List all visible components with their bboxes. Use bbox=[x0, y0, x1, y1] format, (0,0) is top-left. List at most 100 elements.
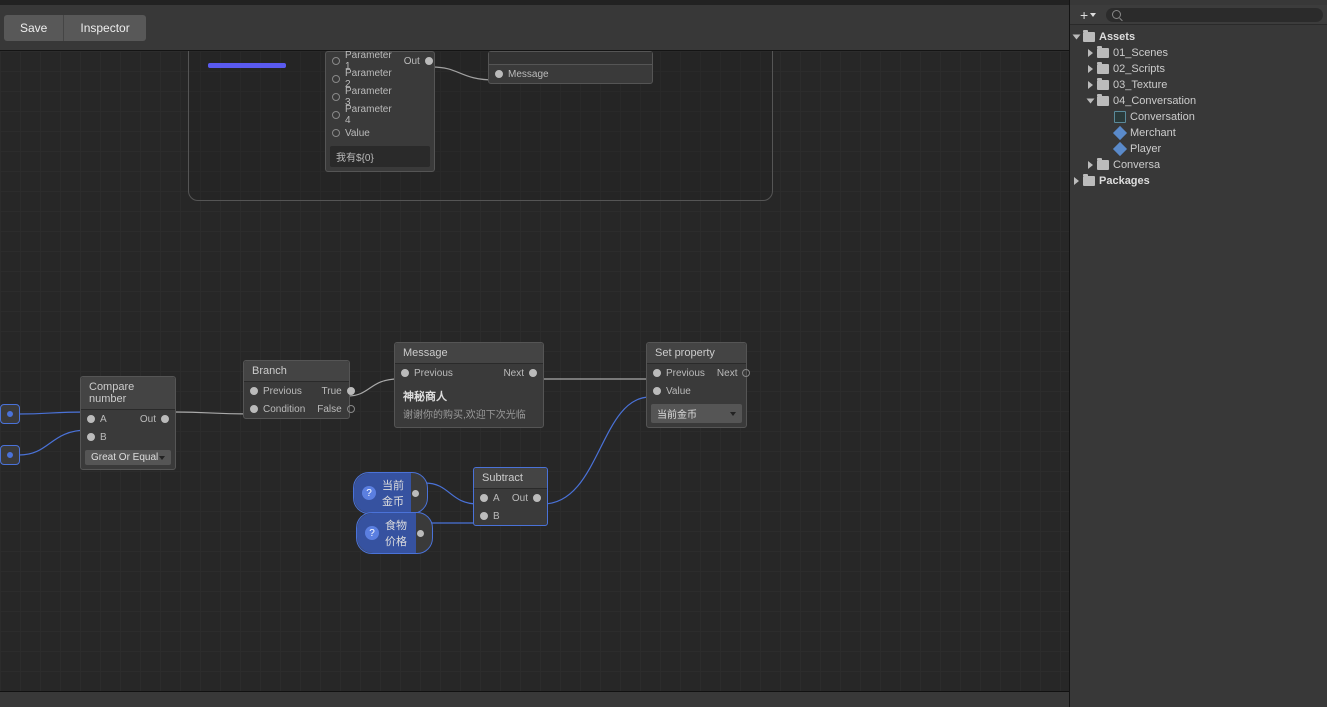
variable-pill-price[interactable]: ? 食物价格 bbox=[356, 512, 433, 554]
folder-icon bbox=[1083, 32, 1095, 42]
inspector-button[interactable]: Inspector bbox=[63, 15, 145, 41]
branch-false-label: False bbox=[317, 404, 341, 415]
tree-row-scripts[interactable]: 02_Scripts bbox=[1070, 61, 1327, 77]
plus-icon: + bbox=[1080, 10, 1088, 20]
folder-label: Conversa bbox=[1113, 159, 1160, 171]
tree-row-conversation-asset[interactable]: Conversation bbox=[1070, 109, 1327, 125]
subtract-a-label: A bbox=[493, 493, 500, 504]
pill1-out-port[interactable] bbox=[412, 490, 419, 497]
folder-icon bbox=[1083, 176, 1095, 186]
input-stub-a[interactable] bbox=[0, 404, 20, 424]
out-label: Out bbox=[404, 56, 420, 67]
subtract-node[interactable]: Subtract A B Out bbox=[473, 467, 548, 526]
compare-number-node[interactable]: Compare number A B Out Great Or Equal bbox=[80, 376, 176, 470]
help-icon: ? bbox=[362, 486, 376, 500]
top-message-node[interactable]: Message bbox=[488, 51, 653, 84]
pill1-label: 当前金币 bbox=[382, 477, 406, 509]
help-icon: ? bbox=[365, 526, 379, 540]
asset-label: Player bbox=[1130, 143, 1161, 155]
setprop-next-label: Next bbox=[717, 368, 738, 379]
message-text: 谢谢你的购买,欢迎下次光临 bbox=[403, 406, 535, 421]
folder-label: 02_Scripts bbox=[1113, 63, 1165, 75]
graph-canvas[interactable]: Parameter 1 Parameter 2 Parameter 3 Para… bbox=[0, 51, 1069, 691]
project-search-input[interactable] bbox=[1106, 8, 1323, 22]
message-node[interactable]: Message Previous Next 神秘商人 谢谢你的购买,欢迎下次光临 bbox=[394, 342, 544, 428]
param4-label: Parameter 4 bbox=[345, 104, 392, 126]
message-prev-label: Previous bbox=[414, 368, 453, 379]
packages-label: Packages bbox=[1099, 175, 1150, 187]
setprop-title: Set property bbox=[647, 343, 746, 364]
folder-label: 04_Conversation bbox=[1113, 95, 1196, 107]
branch-cond-label: Condition bbox=[263, 404, 305, 415]
compare-mode-value: Great Or Equal bbox=[91, 452, 158, 463]
chevron-down-icon bbox=[1090, 13, 1096, 17]
pill2-label: 食物价格 bbox=[385, 517, 411, 549]
chevron-down-icon bbox=[730, 412, 736, 416]
set-property-node[interactable]: Set property Previous Value Next 当前金币 bbox=[646, 342, 747, 428]
project-panel: + Assets 01_Scenes 02_Scripts 03_Texture bbox=[1069, 0, 1327, 707]
save-button[interactable]: Save bbox=[4, 15, 63, 41]
expand-icon[interactable] bbox=[1087, 99, 1095, 104]
setprop-dd-value: 当前金币 bbox=[657, 406, 697, 421]
prefab-icon bbox=[1113, 126, 1127, 140]
tree-row-scenes[interactable]: 01_Scenes bbox=[1070, 45, 1327, 61]
tree-row-conversation-folder[interactable]: 04_Conversation bbox=[1070, 93, 1327, 109]
folder-icon bbox=[1097, 160, 1109, 170]
setprop-dropdown[interactable]: 当前金币 bbox=[651, 404, 742, 423]
setprop-prev-label: Previous bbox=[666, 368, 705, 379]
expand-icon[interactable] bbox=[1074, 177, 1079, 185]
asset-label: Conversation bbox=[1130, 111, 1195, 123]
compare-title: Compare number bbox=[81, 377, 175, 410]
tree-row-player[interactable]: Player bbox=[1070, 141, 1327, 157]
branch-title: Branch bbox=[244, 361, 349, 382]
branch-prev-label: Previous bbox=[263, 386, 302, 397]
variable-pill-coins[interactable]: ? 当前金币 bbox=[353, 472, 428, 514]
pill2-out-port[interactable] bbox=[417, 530, 424, 537]
subtract-title: Subtract bbox=[474, 468, 547, 489]
group-box[interactable] bbox=[188, 51, 773, 201]
bottom-status-bar bbox=[0, 691, 1069, 707]
compare-mode-dropdown[interactable]: Great Or Equal bbox=[85, 450, 171, 465]
tree-row-merchant[interactable]: Merchant bbox=[1070, 125, 1327, 141]
folder-icon bbox=[1097, 64, 1109, 74]
value-label: Value bbox=[345, 128, 370, 139]
format-string-field[interactable]: 我有${0} bbox=[330, 146, 430, 167]
hidden-node-accent bbox=[208, 63, 286, 68]
asset-label: Merchant bbox=[1130, 127, 1176, 139]
project-toolbar: + bbox=[1070, 5, 1327, 25]
expand-icon[interactable] bbox=[1088, 65, 1093, 73]
project-tree[interactable]: Assets 01_Scenes 02_Scripts 03_Texture 0… bbox=[1070, 25, 1327, 193]
branch-true-label: True bbox=[322, 386, 342, 397]
subtract-out-label: Out bbox=[512, 493, 528, 504]
prefab-icon bbox=[1113, 142, 1127, 156]
tree-row-assets[interactable]: Assets bbox=[1070, 29, 1327, 45]
expand-icon[interactable] bbox=[1088, 81, 1093, 89]
compare-b-label: B bbox=[100, 432, 107, 443]
asset-icon bbox=[1114, 111, 1126, 123]
expand-icon[interactable] bbox=[1088, 49, 1093, 57]
message-port-label: Message bbox=[508, 69, 549, 80]
compare-out-label: Out bbox=[140, 414, 156, 425]
expand-icon[interactable] bbox=[1088, 161, 1093, 169]
search-icon bbox=[1112, 10, 1121, 19]
chevron-down-icon bbox=[159, 456, 165, 460]
create-asset-button[interactable]: + bbox=[1074, 10, 1102, 20]
folder-label: 01_Scenes bbox=[1113, 47, 1168, 59]
string-format-node[interactable]: Parameter 1 Parameter 2 Parameter 3 Para… bbox=[325, 51, 435, 172]
tree-row-packages[interactable]: Packages bbox=[1070, 173, 1327, 189]
folder-icon bbox=[1097, 80, 1109, 90]
expand-icon[interactable] bbox=[1073, 35, 1081, 40]
message-speaker: 神秘商人 bbox=[403, 388, 535, 404]
tree-row-texture[interactable]: 03_Texture bbox=[1070, 77, 1327, 93]
setprop-value-label: Value bbox=[666, 386, 691, 397]
message-next-label: Next bbox=[503, 368, 524, 379]
input-stub-b[interactable] bbox=[0, 445, 20, 465]
folder-icon bbox=[1097, 96, 1109, 106]
compare-a-label: A bbox=[100, 414, 107, 425]
folder-icon bbox=[1097, 48, 1109, 58]
subtract-b-label: B bbox=[493, 511, 500, 522]
tree-row-conversa[interactable]: Conversa bbox=[1070, 157, 1327, 173]
assets-label: Assets bbox=[1099, 31, 1135, 43]
branch-node[interactable]: Branch Previous Condition True False bbox=[243, 360, 350, 419]
folder-label: 03_Texture bbox=[1113, 79, 1167, 91]
